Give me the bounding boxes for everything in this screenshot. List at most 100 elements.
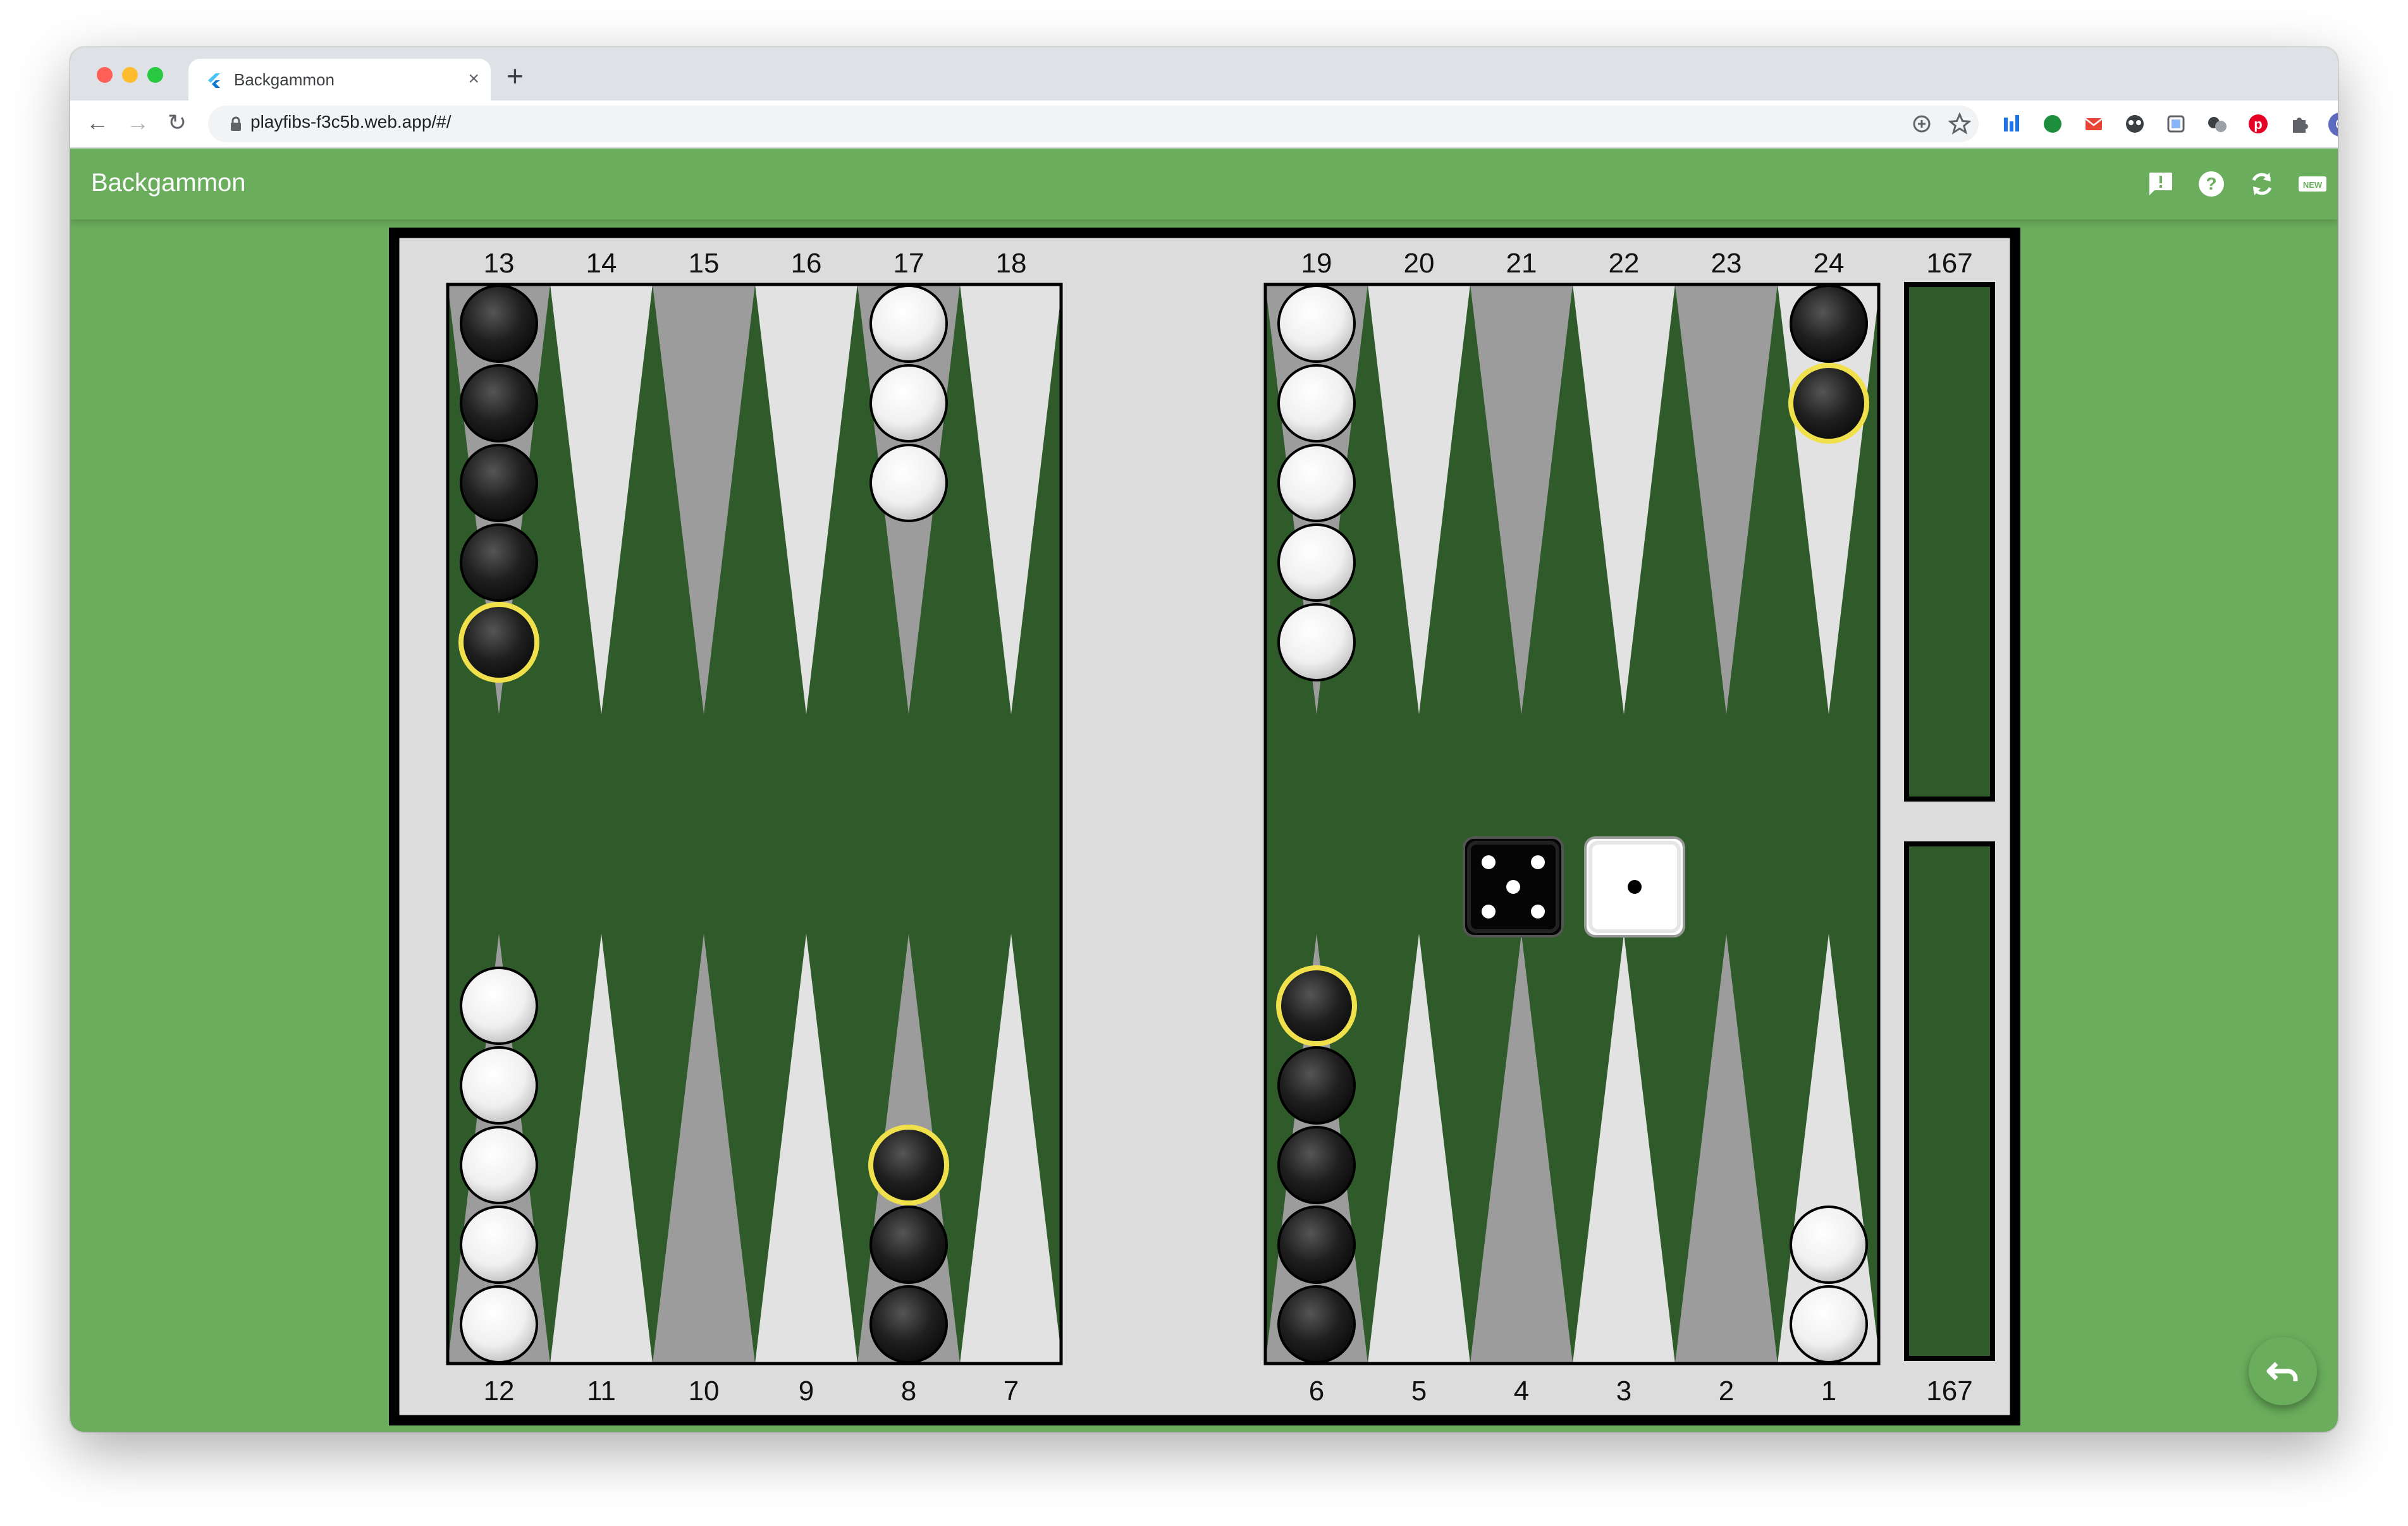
checker-white-point-12[interactable]	[460, 967, 538, 1045]
point-label-20: 20	[1404, 248, 1435, 279]
point-label-6: 6	[1309, 1376, 1324, 1407]
new-badge-text: NEW	[2303, 180, 2323, 190]
back-button[interactable]: ←	[83, 108, 112, 137]
browser-tab[interactable]: Backgammon ×	[188, 59, 491, 101]
die-pip	[1506, 880, 1520, 894]
checker-white-point-17[interactable]	[869, 364, 948, 443]
point-label-7: 7	[1004, 1376, 1019, 1407]
left-table-felt	[448, 284, 1062, 1364]
tab-close-button[interactable]: ×	[468, 66, 479, 92]
checker-white-point-19[interactable]	[1277, 444, 1356, 522]
point-label-23: 23	[1711, 248, 1742, 279]
checker-white-point-17[interactable]	[869, 444, 948, 522]
bear-off-tray-bottom[interactable]	[1904, 841, 1995, 1361]
new-tab-button[interactable]: +	[507, 60, 524, 92]
checker-white-point-17[interactable]	[869, 284, 948, 363]
die-2[interactable]	[1584, 836, 1685, 937]
point-label-18: 18	[996, 248, 1027, 279]
refresh-icon[interactable]	[2247, 169, 2277, 199]
die-1[interactable]	[1463, 836, 1564, 937]
checker-white-point-19[interactable]	[1277, 364, 1356, 443]
checker-black-point-8[interactable]	[868, 1125, 949, 1206]
checker-black-point-6[interactable]	[1277, 1046, 1356, 1125]
zoom-window-button[interactable]	[147, 67, 163, 83]
die-pip	[1531, 905, 1545, 919]
point-label-1: 1	[1821, 1376, 1836, 1407]
box-extension-icon[interactable]	[2163, 111, 2189, 137]
minimize-window-button[interactable]	[122, 67, 138, 83]
pip-count-top: 167	[1926, 248, 1972, 279]
checker-black-point-6[interactable]	[1276, 965, 1357, 1046]
point-label-19: 19	[1301, 248, 1332, 279]
help-icon[interactable]: ?	[2196, 169, 2227, 199]
checker-black-point-13[interactable]	[460, 364, 538, 443]
browser-toolbar: ← → ↻ playfibs-f3c5b.web.app/#/ p	[70, 101, 2338, 149]
point-label-8: 8	[901, 1376, 916, 1407]
close-window-button[interactable]	[97, 67, 113, 83]
point-label-24: 24	[1814, 248, 1845, 279]
checker-black-point-13[interactable]	[460, 523, 538, 602]
mail-extension-icon[interactable]	[2081, 111, 2106, 137]
checker-white-point-1[interactable]	[1790, 1285, 1868, 1364]
tab-title: Backgammon	[234, 70, 335, 89]
feedback-icon[interactable]	[2146, 169, 2176, 199]
browser-window: Backgammon × + ← → ↻ playfibs-f3c5b.web.…	[70, 47, 2338, 1432]
green-extension-icon[interactable]	[2040, 111, 2065, 137]
analytics-extension-icon[interactable]	[1999, 111, 2024, 137]
point-label-9: 9	[799, 1376, 814, 1407]
forward-button[interactable]: →	[123, 108, 152, 137]
undo-button[interactable]	[2249, 1337, 2317, 1405]
reload-button[interactable]: ↻	[163, 108, 192, 137]
checker-black-point-13[interactable]	[458, 602, 539, 683]
checker-black-point-8[interactable]	[869, 1285, 948, 1364]
checker-black-point-8[interactable]	[869, 1206, 948, 1284]
bookmark-star-icon[interactable]	[1948, 113, 1971, 135]
tab-strip: Backgammon × +	[70, 47, 2338, 101]
point-label-14: 14	[586, 248, 617, 279]
app-bar: Backgammon ? NEW	[70, 149, 2338, 219]
checker-black-point-13[interactable]	[460, 284, 538, 363]
point-label-13: 13	[484, 248, 515, 279]
bear-off-tray-top[interactable]	[1904, 282, 1995, 802]
profile-avatar[interactable]: C	[2328, 113, 2338, 137]
checker-white-point-19[interactable]	[1277, 523, 1356, 602]
right-table-felt	[1265, 284, 1880, 1364]
pip-count-bottom: 167	[1926, 1376, 1972, 1407]
point-label-16: 16	[791, 248, 822, 279]
point-label-4: 4	[1514, 1376, 1529, 1407]
checker-black-point-6[interactable]	[1277, 1285, 1356, 1364]
checker-black-point-6[interactable]	[1277, 1206, 1356, 1284]
zoom-icon[interactable]	[1911, 113, 1932, 135]
checker-white-point-12[interactable]	[460, 1206, 538, 1284]
dots-extension-icon[interactable]	[2204, 111, 2230, 137]
die-pip	[1482, 905, 1496, 919]
die-pip	[1482, 855, 1496, 869]
checker-white-point-12[interactable]	[460, 1046, 538, 1125]
checker-white-point-19[interactable]	[1277, 603, 1356, 681]
svg-text:p: p	[2254, 116, 2262, 132]
checker-white-point-19[interactable]	[1277, 284, 1356, 363]
flutter-favicon-icon	[208, 73, 220, 88]
checker-black-point-13[interactable]	[460, 444, 538, 522]
checker-black-point-6[interactable]	[1277, 1126, 1356, 1204]
die-pip	[1628, 880, 1642, 894]
checker-white-point-12[interactable]	[460, 1285, 538, 1364]
point-label-15: 15	[689, 248, 720, 279]
url-text: playfibs-f3c5b.web.app/#/	[250, 112, 452, 131]
point-label-12: 12	[484, 1376, 515, 1407]
mask-extension-icon[interactable]	[2122, 111, 2147, 137]
pinterest-extension-icon[interactable]: p	[2245, 111, 2271, 137]
address-bar[interactable]	[208, 106, 1979, 142]
point-label-11: 11	[587, 1376, 616, 1407]
checker-white-point-1[interactable]	[1790, 1206, 1868, 1284]
backgammon-board[interactable]: 13 14 15 16 17 18 19 20 21 22 23 2412 11 10 9 8 7 6 5 4 3 2 1 …	[389, 228, 2020, 1425]
new-game-icon[interactable]: NEW	[2297, 169, 2328, 199]
point-label-3: 3	[1616, 1376, 1631, 1407]
checker-black-point-24[interactable]	[1788, 363, 1869, 444]
checker-white-point-12[interactable]	[460, 1126, 538, 1204]
point-label-17: 17	[894, 248, 924, 279]
extensions-puzzle-icon[interactable]	[2287, 111, 2312, 137]
point-label-5: 5	[1411, 1376, 1427, 1407]
point-label-22: 22	[1609, 248, 1640, 279]
checker-black-point-24[interactable]	[1790, 284, 1868, 363]
